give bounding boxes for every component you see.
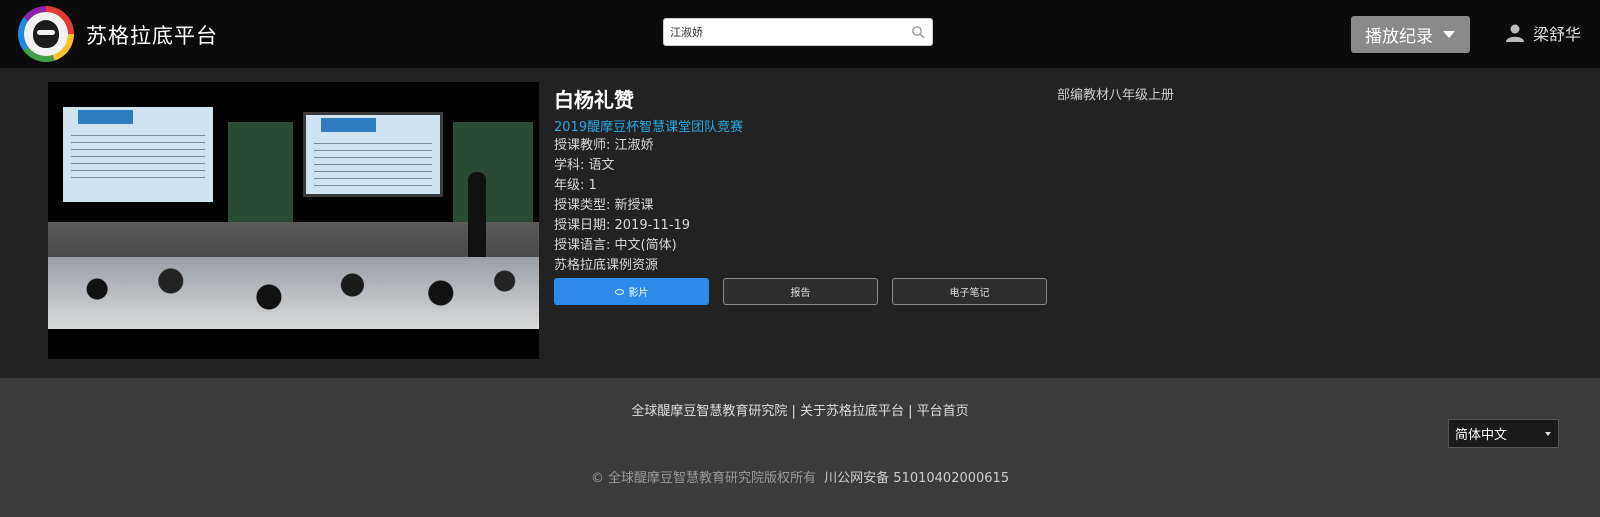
- grade-info: 年级: 1: [554, 178, 597, 193]
- action-buttons: 影片 报告 电子笔记: [554, 278, 1047, 305]
- footer-links[interactable]: 全球醍摩豆智慧教育研究院 | 关于苏格拉底平台 | 平台首页: [0, 400, 1600, 419]
- lesson-info: 白杨礼赞 2019醍摩豆杯智慧课堂团队竞赛 授课教师: 江淑娇 学科: 语文 年…: [554, 84, 1034, 276]
- notes-button-label: 电子笔记: [949, 288, 990, 299]
- language-select-value: 简体中文: [1455, 428, 1508, 443]
- video-thumbnail[interactable]: [48, 82, 539, 359]
- teacher-info: 授课教师: 江淑娇: [554, 138, 654, 153]
- video-button-label: 影片: [628, 288, 649, 299]
- play-history-dropdown[interactable]: 播放纪录: [1351, 16, 1470, 53]
- subject-info: 学科: 语文: [554, 158, 615, 173]
- resource-source: 苏格拉底课例资源: [554, 258, 659, 273]
- lesson-panel: 白杨礼赞 2019醍摩豆杯智慧课堂团队竞赛 授课教师: 江淑娇 学科: 语文 年…: [0, 68, 1600, 378]
- search-box[interactable]: [663, 18, 933, 46]
- search-input[interactable]: [664, 19, 899, 45]
- lesson-language-info: 授课语言: 中文(简体): [554, 238, 677, 253]
- lesson-title: 白杨礼赞: [554, 88, 634, 112]
- icp-record-link[interactable]: 川公网安备 51010402000615: [824, 471, 1009, 486]
- video-button[interactable]: 影片: [554, 278, 709, 305]
- eye-icon: [614, 288, 624, 295]
- user-name: 梁舒华: [1533, 25, 1582, 44]
- platform-logo[interactable]: [18, 6, 74, 62]
- lesson-type-info: 授课类型: 新授课: [554, 198, 654, 213]
- lesson-date-info: 授课日期: 2019-11-19: [554, 218, 691, 233]
- brand-name[interactable]: 苏格拉底平台: [86, 20, 218, 50]
- report-button-label: 报告: [790, 288, 811, 299]
- notes-button[interactable]: 电子笔记: [892, 278, 1047, 305]
- competition-link[interactable]: 2019醍摩豆杯智慧课堂团队竞赛: [554, 116, 1034, 136]
- play-history-label: 播放纪录: [1365, 27, 1433, 47]
- copyright: © 全球醍摩豆智慧教育研究院版权所有 川公网安备 51010402000615: [0, 467, 1600, 486]
- footer: 全球醍摩豆智慧教育研究院 | 关于苏格拉底平台 | 平台首页 简体中文 © 全球…: [0, 378, 1600, 517]
- language-select[interactable]: 简体中文: [1448, 419, 1559, 448]
- user-menu[interactable]: 梁舒华: [1505, 20, 1581, 46]
- top-navbar: 苏格拉底平台 播放纪录 梁舒华: [0, 0, 1600, 68]
- copyright-text: © 全球醍摩豆智慧教育研究院版权所有: [590, 471, 817, 486]
- search-icon[interactable]: [911, 25, 925, 39]
- user-icon: [1506, 24, 1524, 42]
- chevron-down-icon: [1443, 31, 1455, 38]
- logo-owl-icon: [24, 12, 68, 56]
- textbook-label: 部编教材八年级上册: [1057, 88, 1175, 103]
- dropdown-arrow-icon: [1545, 432, 1551, 436]
- report-button[interactable]: 报告: [723, 278, 878, 305]
